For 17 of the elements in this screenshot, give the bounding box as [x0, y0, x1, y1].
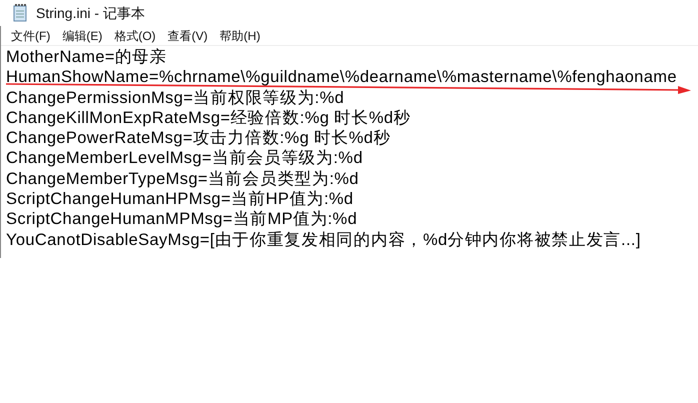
text-line: ScriptChangeHumanMPMsg=当前MP值为:%d [6, 209, 358, 230]
text-line: ChangeKillMonExpRateMsg=经验倍数:%g 时长%d秒 [6, 108, 411, 128]
text-line: MotherName=的母亲 [6, 47, 167, 68]
text-line: ScriptChangeHumanHPMsg=当前HP值为:%d [6, 189, 354, 210]
text-line: HumanShowName=%chrname\%guildname\%dearname\%mastername\%fenghaoname [6, 67, 677, 88]
text-line: ChangeMemberLevelMsg=当前会员等级为:%d [6, 148, 363, 169]
text-line: ChangePowerRateMsg=攻击力倍数:%g 时长%d秒 [6, 128, 391, 148]
text-line: YouCanotDisableSayMsg=[由于你重复发相同的内容，%d分钟内你将被禁止发言...] [6, 230, 641, 250]
window-title: String.ini - 记事本 [36, 4, 145, 23]
text-line: ChangePermissionMsg=当前权限等级为:%d [6, 88, 344, 108]
menu-item[interactable]: 格式(O) [110, 26, 160, 44]
menu-item[interactable]: 文件(F) [7, 26, 54, 44]
menu-item[interactable]: 查看(V) [164, 26, 212, 44]
menu-item[interactable]: 帮助(H) [216, 26, 264, 44]
notepad-icon [12, 4, 28, 22]
text-line: ChangeMemberTypeMsg=当前会员类型为:%d [6, 168, 359, 190]
menu-item[interactable]: 编辑(E) [58, 26, 106, 44]
